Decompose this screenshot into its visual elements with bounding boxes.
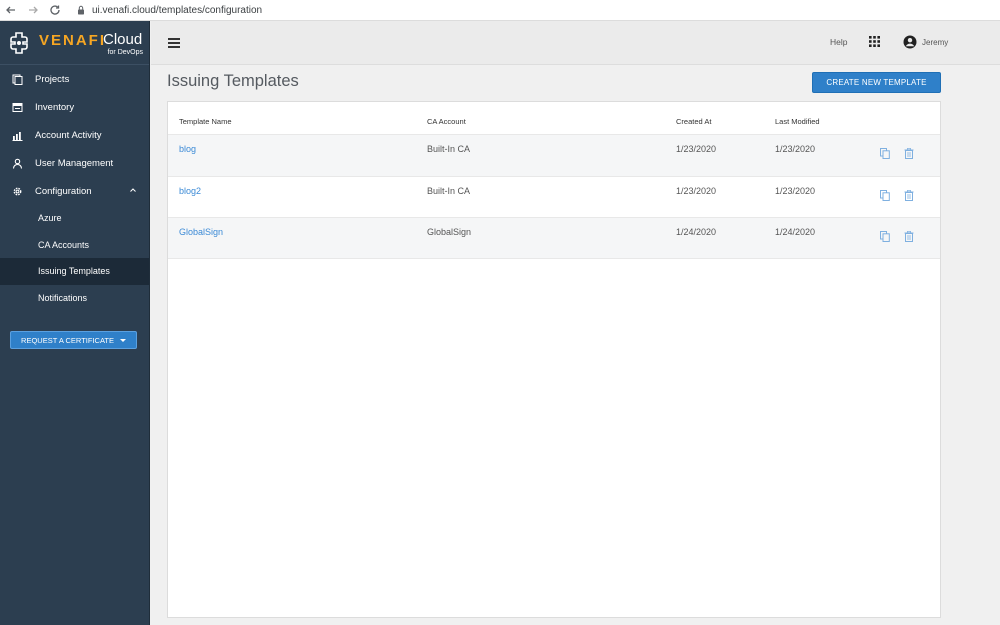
request-certificate-button[interactable]: REQUEST A CERTIFICATE — [10, 331, 137, 349]
back-arrow-icon[interactable] — [0, 0, 22, 21]
browser-address-bar: ui.venafi.cloud/templates/configuration — [0, 0, 1000, 21]
brand-product: Cloud — [103, 30, 143, 48]
brand-tagline: for DevOps — [107, 48, 143, 56]
caret-down-icon — [119, 338, 126, 342]
column-header-template-name[interactable]: Template Name — [179, 117, 232, 126]
column-header-last-modified[interactable]: Last Modified — [775, 117, 820, 126]
activity-chart-icon — [11, 129, 23, 141]
sidebar: VENAFI Cloud for DevOps Projects Invento… — [0, 21, 150, 625]
table-header: Template Name CA Account Created At Last… — [168, 102, 940, 134]
user-icon — [11, 157, 23, 169]
column-header-ca-account[interactable]: CA Account — [427, 117, 466, 126]
sidebar-item-account-activity[interactable]: Account Activity — [0, 121, 149, 149]
lock-icon — [78, 5, 84, 15]
hamburger-menu-icon[interactable] — [168, 38, 180, 48]
last-modified-cell: 1/23/2020 — [775, 185, 816, 196]
venafi-logo-icon — [7, 31, 31, 55]
created-at-cell: 1/24/2020 — [676, 227, 717, 237]
ca-account-cell: Built-In CA — [427, 144, 471, 154]
help-link[interactable]: Help — [830, 37, 847, 47]
sidebar-item-label: Configuration — [35, 185, 92, 197]
template-name-link[interactable]: blog2 — [179, 186, 201, 196]
sidebar-item-label: Projects — [35, 73, 70, 85]
copy-icon[interactable] — [880, 189, 890, 201]
sidebar-item-user-management[interactable]: User Management — [0, 149, 149, 177]
copy-icon[interactable] — [880, 231, 890, 242]
template-name-link[interactable]: GlobalSign — [179, 227, 223, 237]
table-row: blog Built-In CA 1/23/2020 1/23/2020 — [168, 134, 940, 176]
sidebar-item-label: Inventory — [35, 101, 75, 113]
chevron-up-icon — [130, 188, 136, 192]
sidebar-subitem-issuing-templates[interactable]: Issuing Templates — [0, 258, 149, 285]
gear-icon — [11, 185, 23, 197]
sidebar-item-projects[interactable]: Projects — [0, 65, 149, 93]
created-at-cell: 1/23/2020 — [676, 144, 717, 154]
apps-grid-icon[interactable] — [869, 36, 880, 47]
sidebar-subitem-notifications[interactable]: Notifications — [0, 285, 149, 312]
last-modified-cell: 1/23/2020 — [775, 144, 816, 154]
last-modified-cell: 1/24/2020 — [775, 227, 816, 237]
inventory-icon — [11, 101, 23, 113]
projects-icon — [11, 73, 23, 85]
url-text[interactable]: ui.venafi.cloud/templates/configuration — [92, 5, 262, 16]
table-row: GlobalSign GlobalSign 1/24/2020 1/24/202… — [168, 217, 940, 259]
delete-trash-icon[interactable] — [904, 148, 914, 159]
brand-wordmark: VENAFI Cloud for DevOps — [37, 28, 147, 58]
forward-arrow-icon[interactable] — [22, 0, 44, 21]
ca-account-cell: GlobalSign — [427, 227, 472, 237]
delete-trash-icon[interactable] — [904, 231, 914, 242]
sidebar-subitem-ca-accounts[interactable]: CA Accounts — [0, 232, 149, 259]
sidebar-subitem-azure[interactable]: Azure — [0, 205, 149, 232]
account-circle-icon[interactable] — [903, 35, 917, 49]
column-header-created-at[interactable]: Created At — [676, 117, 711, 126]
sidebar-item-label: Account Activity — [35, 129, 102, 141]
user-name[interactable]: Jeremy — [922, 38, 948, 47]
request-certificate-label: REQUEST A CERTIFICATE — [21, 335, 114, 345]
sidebar-item-label: User Management — [35, 157, 114, 169]
sidebar-item-configuration[interactable]: Configuration — [0, 177, 149, 205]
reload-icon[interactable] — [44, 0, 66, 21]
top-header: Help Jeremy — [151, 21, 1000, 65]
page-title: Issuing Templates — [167, 72, 299, 90]
configuration-submenu: Azure CA Accounts Issuing Templates Noti… — [0, 205, 149, 311]
copy-icon[interactable] — [880, 148, 890, 159]
brand-name: VENAFI — [39, 31, 107, 49]
brand-header: VENAFI Cloud for DevOps — [0, 21, 149, 65]
delete-trash-icon[interactable] — [904, 189, 914, 201]
sidebar-item-inventory[interactable]: Inventory — [0, 93, 149, 121]
ca-account-cell: Built-In CA — [427, 185, 471, 196]
template-name-link[interactable]: blog — [179, 144, 196, 154]
table-row: blog2 Built-In CA 1/23/2020 1/23/2020 — [168, 175, 940, 218]
templates-table: Template Name CA Account Created At Last… — [167, 101, 941, 618]
create-new-template-button[interactable]: CREATE NEW TEMPLATE — [812, 72, 941, 93]
created-at-cell: 1/23/2020 — [676, 185, 717, 196]
